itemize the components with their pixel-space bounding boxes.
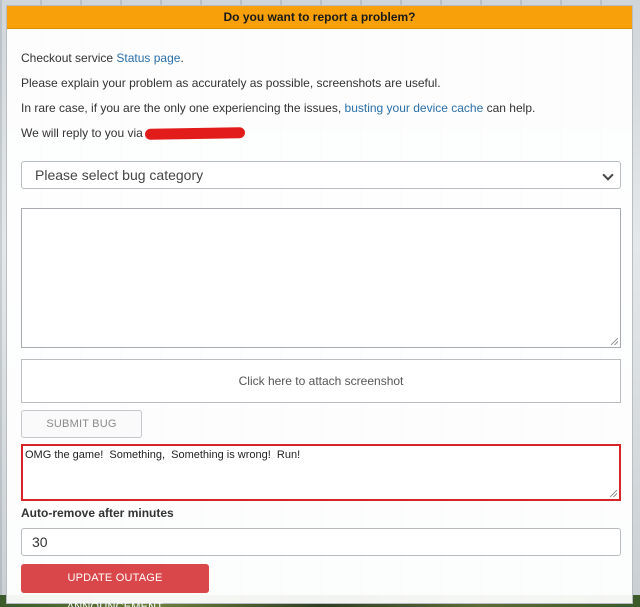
auto-remove-minutes-input[interactable]: 30	[21, 528, 621, 556]
report-problem-dialog: Do you want to report a problem? Checkou…	[6, 5, 633, 607]
checkout-prefix: Checkout service	[21, 51, 114, 65]
attach-screenshot-dropzone[interactable]: Click here to attach screenshot	[21, 359, 621, 403]
reply-prefix: We will reply to you via	[21, 126, 143, 140]
cache-prefix: In rare case, if you are the only one ex…	[21, 101, 342, 115]
update-outage-announcement-button[interactable]: UPDATE OUTAGE ANNOUNCEMENT	[21, 564, 209, 607]
resize-grip-icon[interactable]	[611, 338, 618, 345]
redacted-contact	[144, 127, 245, 141]
explain-text: Please explain your problem as accuratel…	[21, 76, 441, 90]
bug-category-placeholder: Please select bug category	[35, 167, 204, 183]
checkout-line: Checkout service Status page.	[21, 50, 184, 66]
cache-suffix: can help.	[486, 101, 536, 115]
chevron-down-icon	[602, 169, 614, 181]
bust-cache-link[interactable]: busting your device cache	[345, 101, 484, 115]
bug-category-select[interactable]: Please select bug category	[21, 161, 621, 189]
checkout-suffix: .	[180, 51, 184, 65]
resize-grip-icon[interactable]	[610, 490, 617, 497]
reply-line: We will reply to you via	[21, 125, 245, 141]
auto-remove-label: Auto-remove after minutes	[21, 506, 174, 520]
status-page-link[interactable]: Status page	[116, 51, 180, 65]
outage-announcement-value: OMG the game! Something, Something is wr…	[25, 449, 301, 461]
cache-line: In rare case, if you are the only one ex…	[21, 100, 535, 116]
outage-announcement-textarea[interactable]: OMG the game! Something, Something is wr…	[21, 444, 621, 501]
bug-description-textarea[interactable]	[21, 208, 621, 348]
submit-bug-report-button[interactable]: SUBMIT BUG REPORT	[21, 410, 142, 456]
dialog-title: Do you want to report a problem?	[7, 6, 632, 29]
dialog-content: Checkout service Status page. Please exp…	[20, 28, 621, 607]
